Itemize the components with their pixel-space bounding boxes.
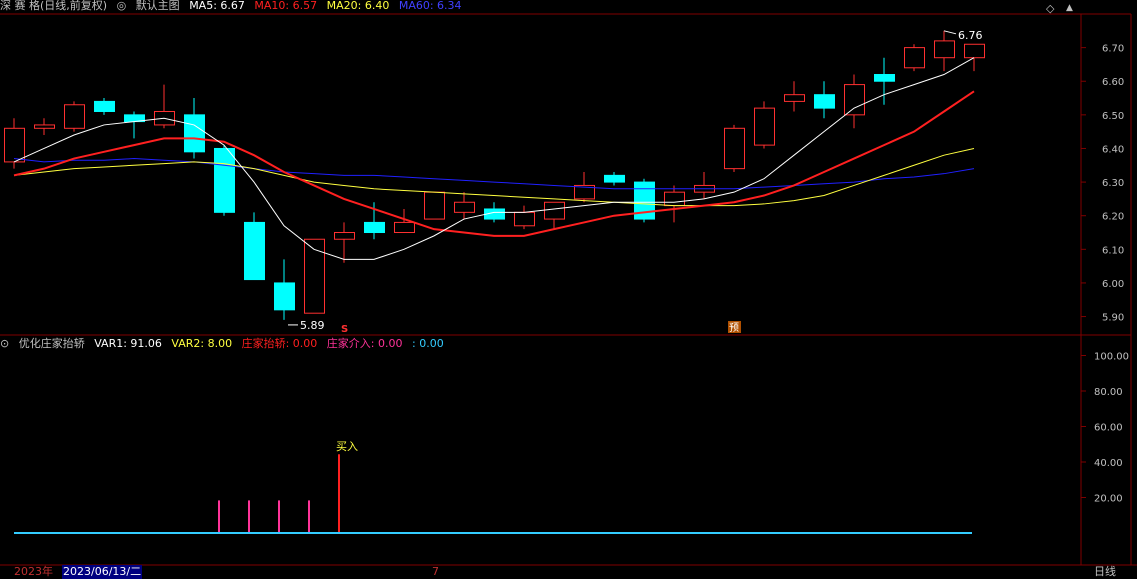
candle-body <box>514 211 535 227</box>
main-chart-header: 深 赛 格(日线,前复权) ◎ 默认主图 MA5: 6.67 MA10: 6.5… <box>0 0 468 13</box>
low-label: 5.89 <box>300 319 325 332</box>
ma20-line <box>13 147 975 207</box>
high-pointer <box>943 30 957 35</box>
candle-body <box>334 232 355 240</box>
zhan-marker: 预 <box>729 322 739 334</box>
ma5-label: MA5: 6.67 <box>189 0 245 12</box>
candle-body <box>964 43 985 59</box>
candle-body <box>424 191 445 220</box>
y-tick-label: 5.90 <box>1102 313 1124 324</box>
y-tick-label: 6.10 <box>1102 245 1124 256</box>
scroll-up-icon[interactable]: ▲ <box>1066 1 1073 15</box>
symbol-title[interactable]: 深 赛 格(日线,前复权) <box>0 0 107 12</box>
ma20-label: MA20: 6.40 <box>326 0 390 12</box>
ind-y-tick-label: 60.00 <box>1094 423 1123 434</box>
ma60-line <box>13 158 975 190</box>
candle-body <box>394 221 415 234</box>
period-label[interactable]: 日线 <box>1094 565 1116 579</box>
candle-body <box>814 94 835 109</box>
high-label: 6.76 <box>958 29 983 42</box>
ind-y-tick-label: 100.00 <box>1094 352 1129 363</box>
y-tick-label: 6.70 <box>1102 44 1124 55</box>
candle-body <box>304 238 325 314</box>
y-tick-label: 6.60 <box>1102 77 1124 88</box>
ma5-line <box>13 57 975 260</box>
candle-body <box>4 127 25 163</box>
y-tick-label: 6.00 <box>1102 279 1124 290</box>
candle-body <box>874 74 895 82</box>
candle-body <box>604 174 625 183</box>
y-tick-label: 6.30 <box>1102 178 1124 189</box>
candle-body <box>934 40 955 59</box>
y-tick-label: 6.50 <box>1102 111 1124 122</box>
date-label[interactable]: 2023/06/13/二 <box>62 565 143 579</box>
date-bar: 2023年 2023/06/13/二 7 日线 <box>0 565 1137 579</box>
s-marker: S <box>341 324 348 335</box>
candle-body <box>664 191 685 207</box>
y-tick-label: 6.20 <box>1102 212 1124 223</box>
candle-body <box>904 47 925 69</box>
diamond-icon[interactable]: ◇ <box>1046 2 1054 16</box>
candle-body <box>184 114 205 153</box>
lift-label: 庄家抬轿: 0.00 <box>241 337 318 350</box>
candle-body <box>64 104 85 129</box>
candle-body <box>214 147 235 213</box>
ind-y-tick-label: 40.00 <box>1094 458 1123 469</box>
buy-signal-label: 买入 <box>336 440 358 453</box>
month-label: 7 <box>432 565 439 578</box>
candle-body <box>454 201 475 213</box>
candle-body <box>34 124 55 129</box>
chart-canvas[interactable]: 6.70 6.60 6.50 6.40 6.30 6.20 6.10 6.00 5.90 6.76… <box>0 0 1137 579</box>
var2-label: VAR2: 8.00 <box>171 337 233 350</box>
ind-y-tick-label: 20.00 <box>1094 494 1123 505</box>
candle-body <box>244 221 265 281</box>
ind-y-tick-label: 80.00 <box>1094 387 1123 398</box>
candle-body <box>844 84 865 116</box>
enter-label: 庄家介入: 0.00 <box>326 337 403 350</box>
ma60-label: MA60: 6.34 <box>398 0 462 12</box>
candle-body <box>754 107 775 146</box>
indicator-name[interactable]: 优化庄家抬轿 <box>19 337 85 350</box>
candle-body <box>274 282 295 311</box>
indicator-settings-icon[interactable]: ⊙ <box>0 337 9 350</box>
y-tick-label: 6.40 <box>1102 144 1124 155</box>
candle-body <box>94 100 115 112</box>
indicator-header: ⊙ 优化庄家抬轿 VAR1: 91.06 VAR2: 8.00 庄家抬轿: 0.… <box>0 337 450 351</box>
year-label: 2023年 <box>14 565 53 578</box>
var1-label: VAR1: 91.06 <box>94 337 162 350</box>
candle-body <box>784 94 805 102</box>
candle-body <box>364 221 385 234</box>
ma10-label: MA10: 6.57 <box>254 0 318 12</box>
main-chart-label[interactable]: 默认主图 <box>136 0 180 12</box>
settings-icon[interactable]: ◎ <box>117 0 127 12</box>
candle-body <box>544 201 565 220</box>
candle-body <box>724 127 745 170</box>
blank-label: : 0.00 <box>412 337 444 350</box>
